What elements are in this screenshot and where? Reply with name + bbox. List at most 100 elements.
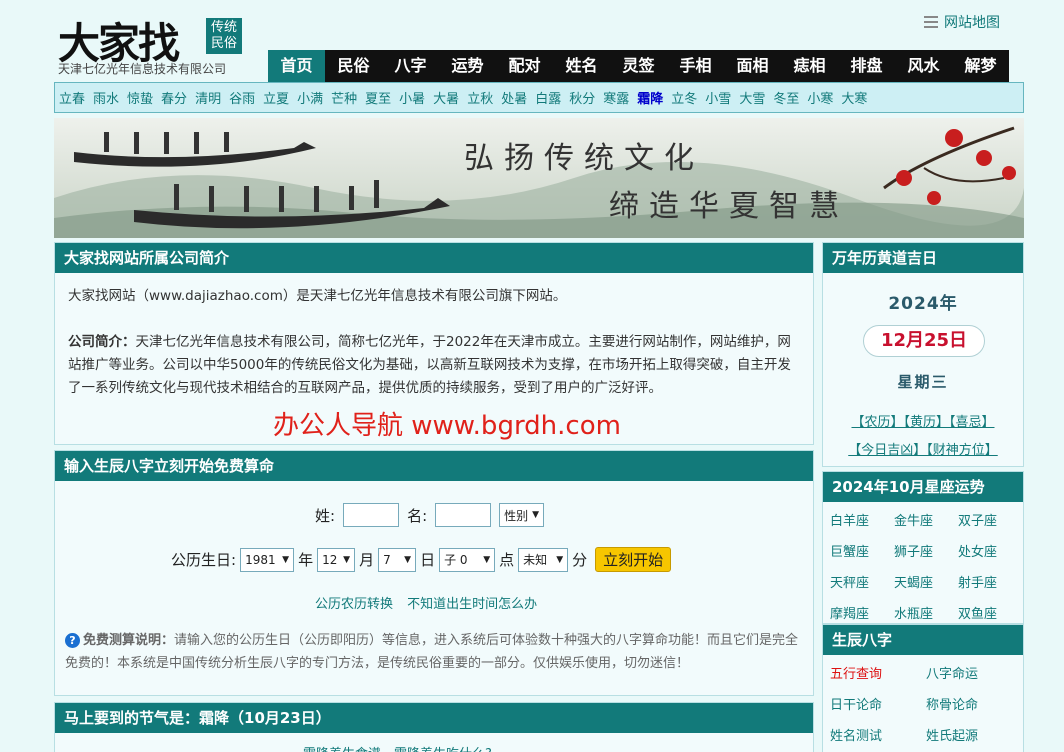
banner-slogan-1: 弘扬传统文化 (464, 141, 704, 176)
nav-item[interactable]: 风水 (895, 50, 952, 82)
bazi-calculator-panel: 输入生辰八字立刻开始免费算命 姓: 名: 性别 ▼ 公历生日: 1981 ▼ 年 1… (54, 450, 814, 696)
unknown-time-link[interactable]: 不知道出生时间怎么办 (407, 597, 537, 612)
hour-select[interactable]: 子 0 ▼ (439, 547, 496, 572)
banner: 弘扬传统文化 缔造华夏智慧 (54, 118, 1024, 238)
solar-term-link[interactable]: 小满 (297, 88, 323, 107)
panel-title: 输入生辰八字立刻开始免费算命 (55, 451, 813, 481)
panel-title: 马上要到的节气是：霜降（10月23日） (55, 703, 813, 733)
nav-item[interactable]: 运势 (439, 50, 496, 82)
nav-item[interactable]: 痣相 (781, 50, 838, 82)
calendar-convert-link[interactable]: 公历农历转换 (315, 597, 393, 612)
calendar-weekday: 星期三 (897, 373, 949, 391)
solar-term-link[interactable]: 冬至 (773, 88, 799, 107)
solar-term-link[interactable]: 寒露 (603, 88, 629, 107)
month-select[interactable]: 12 ▼ (317, 547, 356, 572)
day-select[interactable]: 7 ▼ (378, 547, 417, 572)
main-nav: 首页 民俗 八字 运势 配对 姓名 灵签 手相 面相 痣相 排盘 风水 解梦 (268, 50, 1009, 82)
panel-title: 生辰八字 (823, 625, 1023, 655)
zodiac-grid: 白羊座 金牛座 双子座 巨蟹座 狮子座 处女座 天秤座 天蝎座 射手座 摩羯座 水瓶座 双鱼座 (823, 502, 1023, 630)
nav-item[interactable]: 姓名 (553, 50, 610, 82)
zodiac-link[interactable]: 处女座 (958, 537, 1022, 568)
banner-illustration: 弘扬传统文化 缔造华夏智慧 (54, 118, 1024, 238)
surname-input[interactable] (343, 503, 400, 527)
menu-icon (924, 16, 938, 28)
help-icon: ? (65, 633, 80, 648)
bazi-link[interactable]: 姓氏起源 (926, 721, 1022, 752)
zodiac-link[interactable]: 天蝎座 (894, 568, 958, 599)
zodiac-link[interactable]: 白羊座 (830, 506, 894, 537)
calendar-links-row-1[interactable]: 【农历】【黄历】【喜忌】 (851, 415, 994, 430)
panel-title: 万年历黄道吉日 (823, 243, 1023, 273)
solar-term-link[interactable]: 惊蛰 (127, 88, 153, 107)
zodiac-link[interactable]: 巨蟹座 (830, 537, 894, 568)
solar-term-link[interactable]: 白露 (535, 88, 561, 107)
chevron-down-icon: ▼ (404, 554, 412, 565)
solar-terms-bar: 立春 雨水 惊蛰 春分 清明 谷雨 立夏 小满 芒种 夏至 小暑 大暑 立秋 处暑 白露 秋分 寒露 霜降 立冬 小雪… (54, 82, 1024, 113)
panel-title: 2024年10月星座运势 (823, 472, 1023, 502)
zodiac-link[interactable]: 射手座 (958, 568, 1022, 599)
term-article-link[interactable]: 霜降养生食谱，霜降养生吃什么? (303, 743, 492, 752)
chevron-down-icon: ▼ (282, 554, 290, 565)
solar-term-link[interactable]: 秋分 (569, 88, 595, 107)
solar-term-link[interactable]: 立夏 (263, 88, 289, 107)
calendar-links-row-2[interactable]: 【今日吉凶】【财神方位】 (848, 443, 998, 458)
chevron-down-icon: ▼ (483, 554, 491, 565)
calendar-panel: 万年历黄道吉日 2024年 12月25日 星期三 【农历】【黄历】【喜忌】 【今… (822, 242, 1024, 467)
solar-term-link[interactable]: 大暑 (433, 88, 459, 107)
site-logo[interactable]: 大家找 传统 民俗 天津七亿光年信息技术有限公司 (56, 8, 246, 78)
nav-item[interactable]: 灵签 (610, 50, 667, 82)
logo-badge: 传统 民俗 (206, 18, 242, 54)
bazi-link[interactable]: 称骨论命 (926, 690, 1022, 721)
nav-item[interactable]: 解梦 (952, 50, 1009, 82)
banner-slogan-2: 缔造华夏智慧 (609, 189, 849, 224)
nav-item[interactable]: 配对 (496, 50, 553, 82)
given-name-input[interactable] (435, 503, 492, 527)
minute-select[interactable]: 未知 ▼ (518, 547, 569, 572)
solar-term-link[interactable]: 谷雨 (229, 88, 255, 107)
solar-term-link[interactable]: 立秋 (467, 88, 493, 107)
chevron-down-icon: ▼ (343, 554, 351, 565)
solar-term-link[interactable]: 大雪 (739, 88, 765, 107)
calendar-year: 2024年 (888, 294, 958, 314)
solar-term-link[interactable]: 霜降 (637, 88, 663, 107)
sitemap-link[interactable]: 网站地图 (924, 12, 1000, 32)
company-name: 天津七亿光年信息技术有限公司 (58, 62, 227, 76)
solar-term-link[interactable]: 清明 (195, 88, 221, 107)
nav-item[interactable]: 首页 (268, 50, 325, 82)
solar-term-link[interactable]: 小暑 (399, 88, 425, 107)
chevron-down-icon: ▼ (532, 510, 540, 520)
zodiac-link[interactable]: 天秤座 (830, 568, 894, 599)
solar-term-link[interactable]: 大寒 (841, 88, 867, 107)
bazi-link[interactable]: 八字命运 (926, 659, 1022, 690)
panel-title: 大家找网站所属公司简介 (55, 243, 813, 273)
solar-term-link[interactable]: 春分 (161, 88, 187, 107)
solar-term-link[interactable]: 夏至 (365, 88, 391, 107)
zodiac-link[interactable]: 双子座 (958, 506, 1022, 537)
chevron-down-icon: ▼ (556, 554, 564, 565)
nav-item[interactable]: 面相 (724, 50, 781, 82)
solar-term-link[interactable]: 处暑 (501, 88, 527, 107)
nav-item[interactable]: 民俗 (325, 50, 382, 82)
solar-term-link[interactable]: 立春 (59, 88, 85, 107)
zodiac-link[interactable]: 金牛座 (894, 506, 958, 537)
calendar-date: 12月25日 (863, 325, 985, 357)
gender-select[interactable]: 性别 ▼ (499, 503, 545, 527)
calendar-links: 【农历】【黄历】【喜忌】 【今日吉凶】【财神方位】 (823, 409, 1023, 465)
nav-item[interactable]: 八字 (382, 50, 439, 82)
calc-note: ? 免费测算说明：请输入您的公历生日（公历即阳历）等信息，进入系统后可体验数十种强… (65, 633, 799, 671)
solar-term-link[interactable]: 小寒 (807, 88, 833, 107)
bazi-link[interactable]: 日干论命 (830, 690, 926, 721)
nav-item[interactable]: 排盘 (838, 50, 895, 82)
solar-term-link[interactable]: 小雪 (705, 88, 731, 107)
solar-term-link[interactable]: 立冬 (671, 88, 697, 107)
bazi-link[interactable]: 姓名测试 (830, 721, 926, 752)
intro-paragraph-2: 公司简介：天津七亿光年信息技术有限公司，简称七亿光年，于2022年在天津市成立。… (68, 334, 791, 396)
solar-term-link[interactable]: 雨水 (93, 88, 119, 107)
bazi-link[interactable]: 五行查询 (830, 659, 926, 690)
start-button[interactable]: 立刻开始 (595, 547, 672, 572)
nav-item[interactable]: 手相 (667, 50, 724, 82)
zodiac-link[interactable]: 狮子座 (894, 537, 958, 568)
year-select[interactable]: 1981 ▼ (240, 547, 295, 572)
solar-term-link[interactable]: 芒种 (331, 88, 357, 107)
bazi-links-panel: 生辰八字 五行查询 八字命运 日干论命 称骨论命 姓名测试 姓氏起源 (822, 624, 1024, 752)
